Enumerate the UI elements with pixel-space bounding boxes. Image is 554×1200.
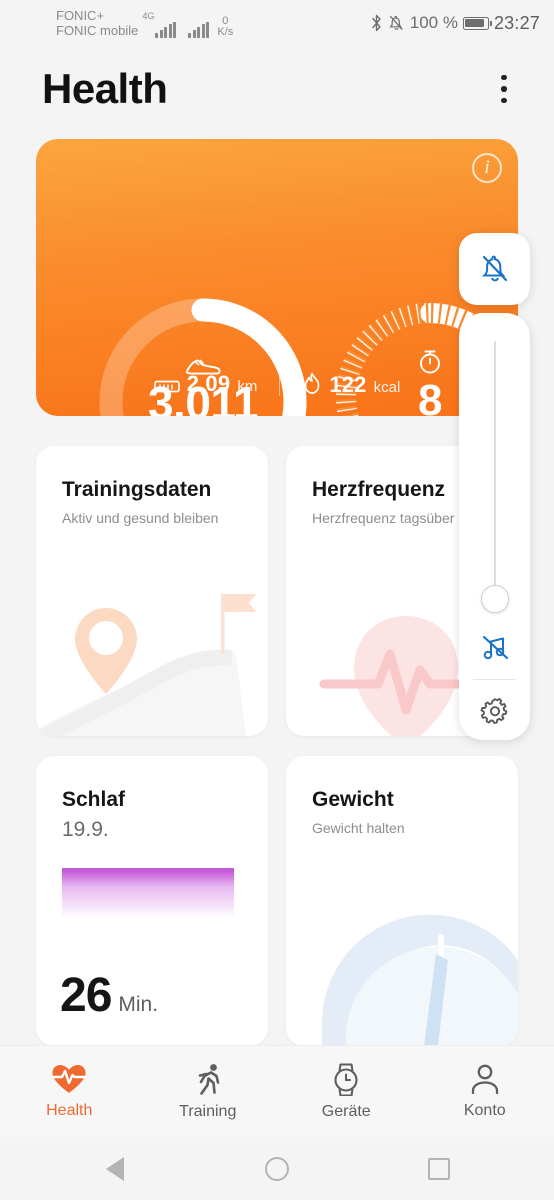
calories-unit: kcal: [373, 379, 401, 396]
distance-stat: 2,09 km: [153, 370, 258, 399]
card-date: 19.9.: [62, 818, 109, 841]
bluetooth-icon: [372, 14, 381, 32]
phone-screen: FONIC+ FONIC mobile 4G 0 K/s 100 % 23:27: [0, 0, 554, 1200]
status-bar-left: FONIC+ FONIC mobile 4G 0 K/s: [56, 8, 233, 38]
info-icon[interactable]: i: [472, 153, 502, 183]
tab-label: Konto: [463, 1102, 506, 1119]
status-bar: FONIC+ FONIC mobile 4G 0 K/s 100 % 23:27: [0, 0, 554, 46]
card-trainingsdaten[interactable]: Trainingsdaten Aktiv und gesund bleiben: [36, 446, 268, 736]
watch-icon: [334, 1063, 358, 1096]
kebab-menu-icon[interactable]: [488, 67, 520, 111]
volume-panel-divider: [473, 679, 516, 680]
carrier-line-1: FONIC+: [56, 8, 105, 23]
sleep-unit: Min.: [118, 993, 159, 1016]
heart-pulse-icon: [52, 1065, 86, 1093]
ringer-mute-button[interactable]: [459, 233, 530, 305]
battery-icon: [462, 16, 493, 30]
card-subtitle: Gewicht halten: [312, 820, 405, 836]
recents-square-icon[interactable]: [417, 1147, 461, 1191]
card-title: Herzfrequenz: [312, 478, 446, 501]
music-note-slash-icon: [482, 635, 508, 660]
signal-bars-sim1-icon: [155, 22, 177, 38]
carrier-line-2: FONIC mobile: [56, 23, 139, 38]
tab-training[interactable]: Training: [139, 1062, 278, 1121]
android-navigation-bar: [0, 1137, 554, 1200]
tab-label: Health: [46, 1102, 93, 1119]
network-type-label: 4G: [142, 11, 155, 21]
card-title: Gewicht: [312, 788, 394, 811]
media-mute-button[interactable]: [459, 621, 530, 673]
running-person-icon: [198, 1064, 220, 1095]
stats-divider: [279, 375, 281, 396]
card-title: Schlaf: [62, 788, 126, 811]
card-gewicht[interactable]: Gewicht Gewicht halten: [286, 756, 518, 1046]
signal-bars-sim2-icon: [188, 22, 210, 38]
clock-label: 23:27: [493, 12, 540, 33]
app-header: Health: [0, 48, 554, 130]
carrier-names: FONIC+ FONIC mobile: [56, 8, 138, 38]
sleep-value: 26: [60, 969, 112, 1022]
bell-slash-status-icon: [389, 15, 403, 31]
gear-icon: [480, 697, 507, 724]
tab-label: Geräte: [321, 1103, 371, 1120]
back-triangle-icon[interactable]: [93, 1147, 137, 1191]
volume-panel[interactable]: [459, 313, 530, 740]
home-circle-icon[interactable]: [255, 1147, 299, 1191]
status-bar-right: 100 % 23:27: [370, 13, 540, 34]
data-rate: 0 K/s: [217, 16, 233, 38]
tab-health[interactable]: Health: [0, 1063, 139, 1120]
card-title: Trainingsdaten: [62, 478, 212, 501]
sleep-bar-art: [62, 868, 234, 918]
tab-geraete[interactable]: Geräte: [277, 1062, 416, 1121]
person-icon: [471, 1064, 498, 1095]
card-subtitle: Herzfrequenz tagsüber prü: [312, 510, 479, 526]
data-rate-unit: K/s: [217, 26, 234, 38]
flame-icon: [302, 372, 322, 400]
distance-value: 2,09: [186, 370, 231, 396]
tab-konto[interactable]: Konto: [416, 1063, 554, 1120]
map-pin-route-art: [36, 546, 268, 736]
bell-slash-icon: [481, 255, 507, 282]
volume-slider-thumb[interactable]: [480, 585, 509, 613]
battery-percent-label: 100 %: [409, 13, 458, 32]
card-subtitle: Aktiv und gesund bleiben: [62, 510, 219, 526]
volume-slider-track[interactable]: [493, 341, 496, 601]
sleep-duration: 26 Min.: [60, 972, 158, 1020]
ruler-icon: [153, 379, 180, 399]
page-title: Health: [42, 65, 168, 112]
volume-settings-button[interactable]: [459, 685, 530, 737]
daily-activity-card[interactable]: i 3.011 Schritte: [36, 139, 518, 416]
distance-unit: km: [237, 377, 258, 395]
tab-label: Training: [179, 1103, 237, 1120]
card-schlaf[interactable]: Schlaf 19.9. 26 Min.: [36, 756, 268, 1046]
hero-stats-row: 2,09 km 122 kcal: [36, 369, 518, 398]
bottom-tab-bar: Health Training Geräte Konto: [0, 1045, 554, 1137]
calories-value: 122: [329, 372, 367, 397]
scale-gauge-art: [286, 856, 518, 1046]
calories-stat: 122 kcal: [302, 369, 400, 398]
